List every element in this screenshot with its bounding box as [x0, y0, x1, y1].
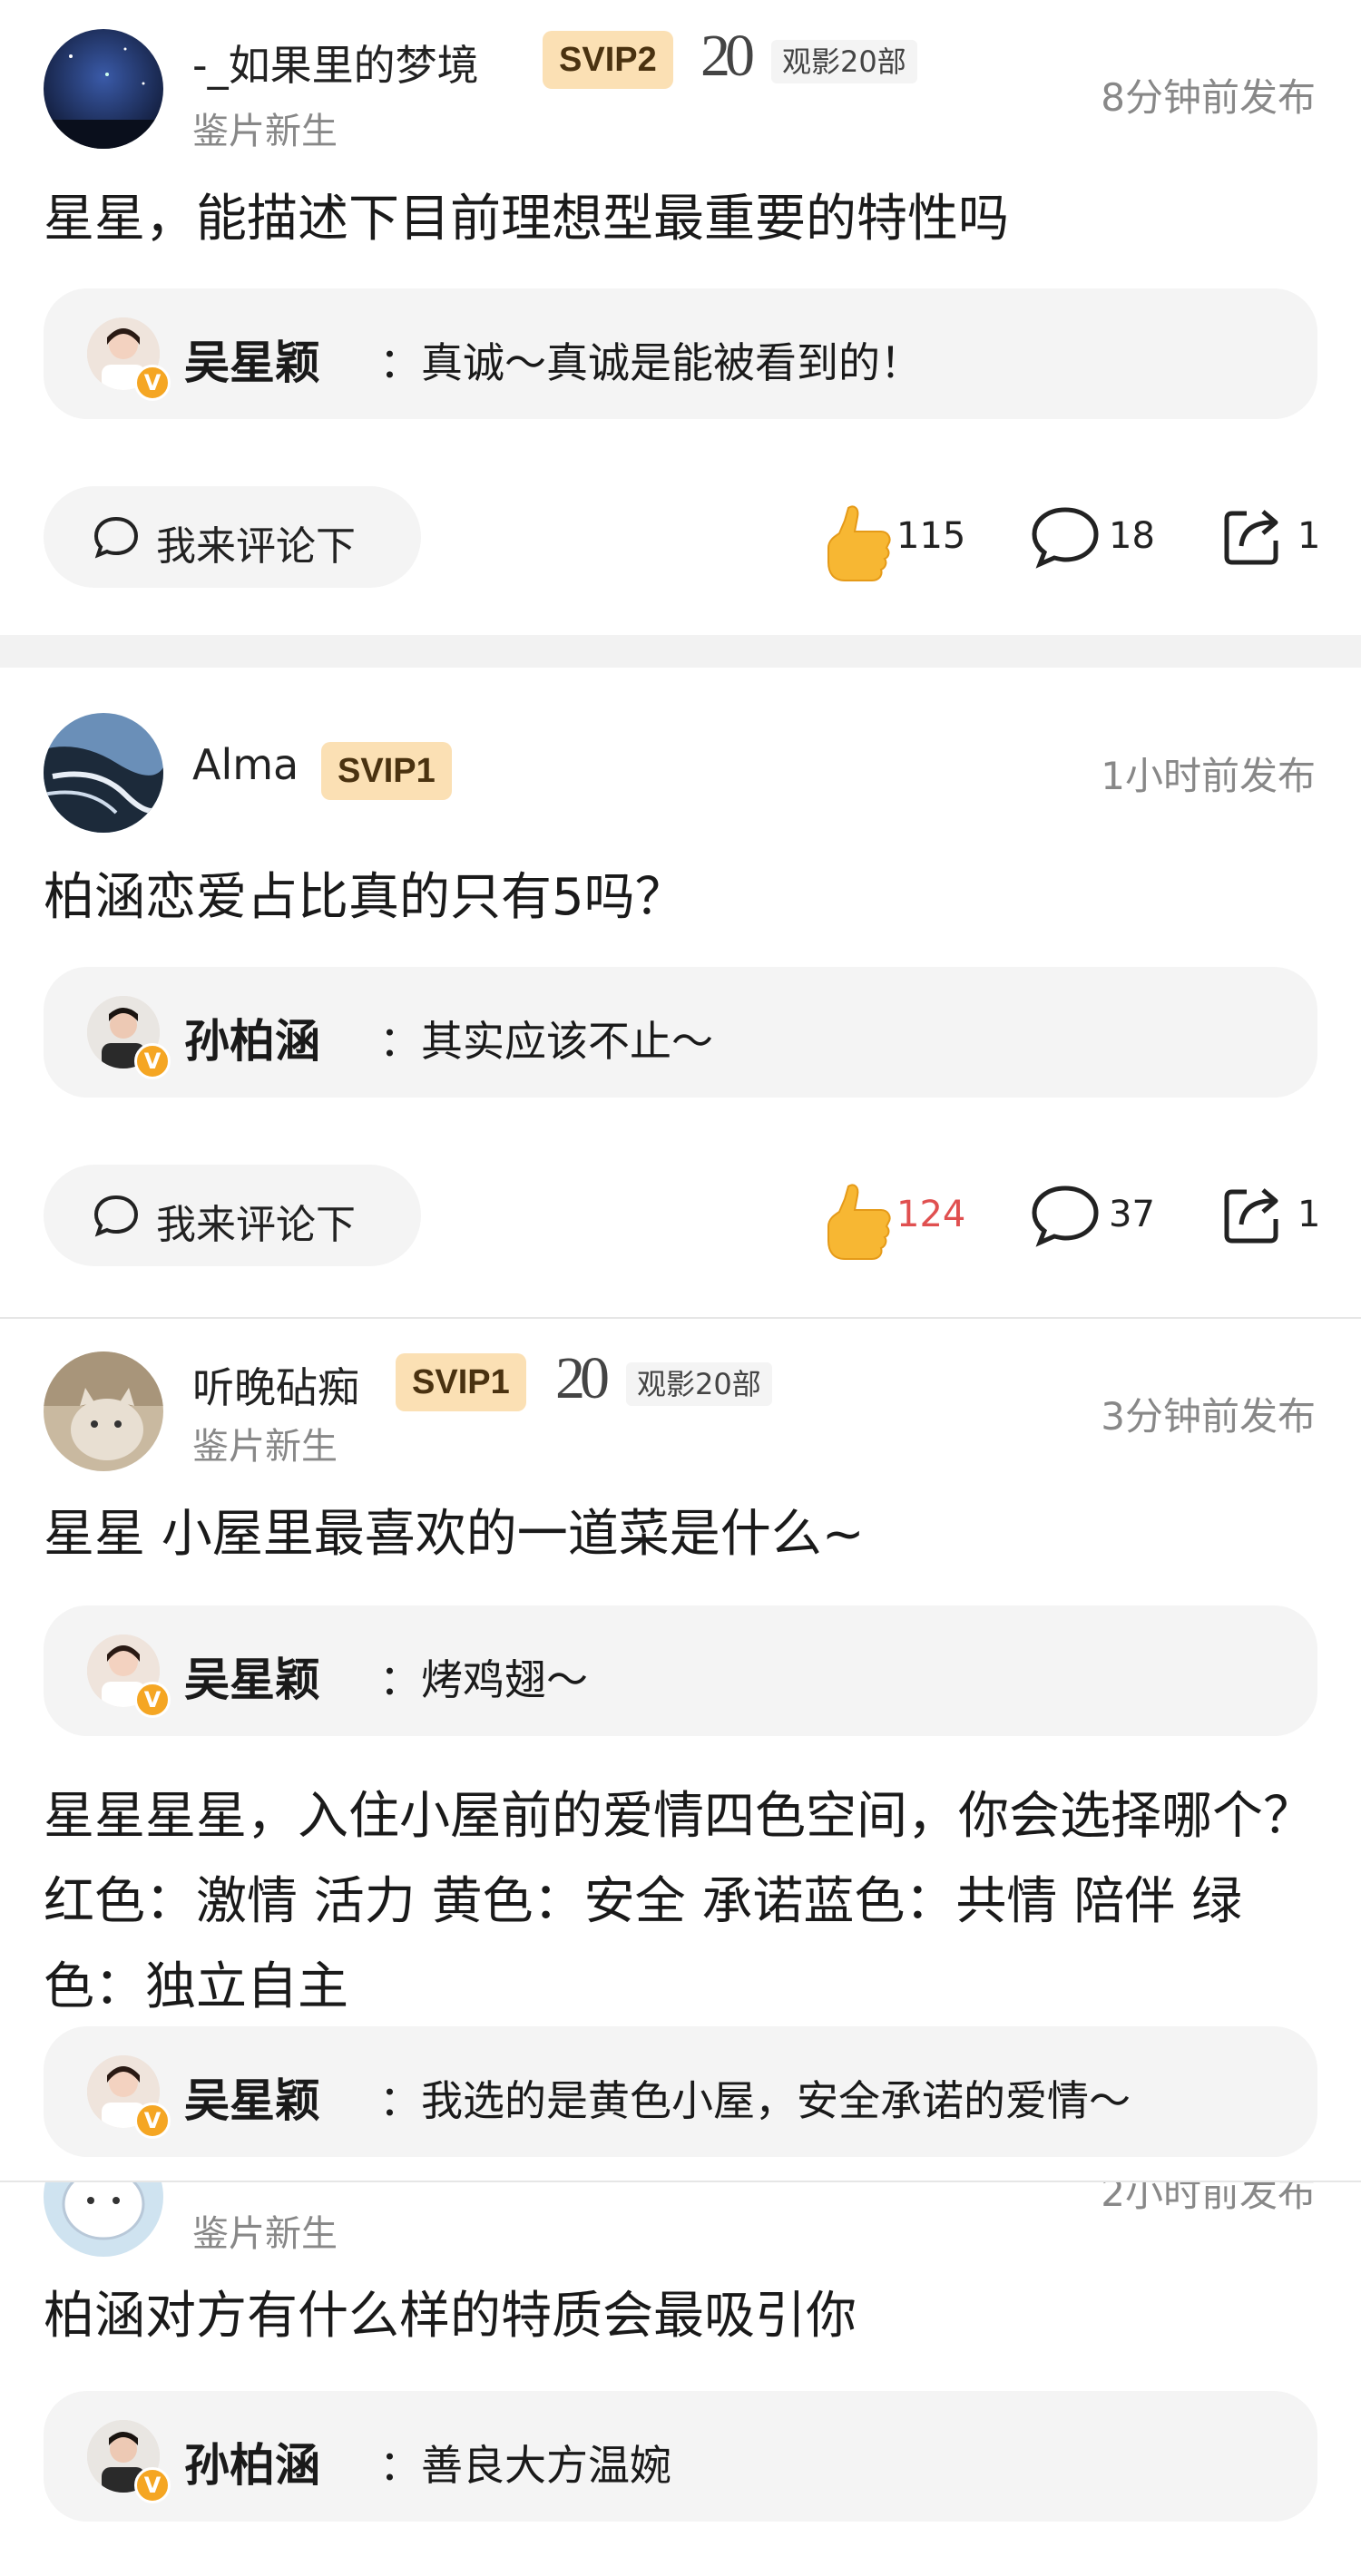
vip-badge: SVIP1: [321, 742, 452, 800]
reply-text: ：其实应该不止～: [379, 1017, 713, 1066]
post-time: 8分钟前发布: [1101, 75, 1316, 120]
share-count: 1: [1297, 1194, 1321, 1235]
post-time: 1小时前发布: [1101, 754, 1316, 798]
comment-count: 37: [1109, 1194, 1155, 1235]
reply-author: 吴星颖: [184, 337, 320, 389]
question-text: 星星星星，入住小屋前的爱情四色空间，你会选择哪个？红色：激情 活力 黄色：安全 …: [44, 1787, 1314, 2016]
verified-icon: V: [134, 365, 171, 401]
reply-box[interactable]: V 孙柏涵 ：善良大方温婉: [44, 2391, 1317, 2522]
share-icon[interactable]: [1221, 1183, 1285, 1250]
post-card: 听晚砧痴 SVIP1 20 观影20部 鉴片新生 3分钟前发布 星星 小屋里最喜…: [0, 1319, 1361, 2181]
vip-badge: SVIP1: [396, 1353, 526, 1411]
user-subtitle: 鉴片新生: [192, 2213, 338, 2255]
post-separator: [0, 635, 1361, 668]
reply-text: ：善良大方温婉: [379, 2441, 671, 2490]
username[interactable]: 听晚砧痴: [192, 1355, 359, 1415]
username[interactable]: Alma: [192, 740, 299, 789]
verified-icon: V: [134, 1043, 171, 1079]
post-time: 3分钟前发布: [1101, 1394, 1316, 1439]
thumbs-up-icon[interactable]: [821, 501, 894, 586]
comment-button[interactable]: 我来评论下: [44, 1165, 421, 1266]
question-text: 柏涵对方有什么样的特质会最吸引你: [44, 2287, 857, 2346]
comment-count: 18: [1109, 515, 1155, 557]
reply-author: 吴星颖: [184, 1654, 320, 1706]
verified-icon: V: [134, 2467, 171, 2503]
verified-icon: V: [134, 1682, 171, 1718]
user-avatar[interactable]: [44, 713, 163, 833]
user-avatar[interactable]: [44, 29, 163, 149]
user-subtitle: 鉴片新生: [192, 111, 338, 152]
reply-box[interactable]: V 吴星颖 ：我选的是黄色小屋，安全承诺的爱情～: [44, 2026, 1317, 2157]
question-text: 柏涵恋爱占比真的只有5吗？: [44, 868, 686, 927]
comment-icon[interactable]: [1029, 504, 1102, 573]
post-card: -_如果里的梦境 SVIP2 20 观影20部 鉴片新生 8分钟前发布 星星，能…: [0, 0, 1361, 635]
question-text: 星星 小屋里最喜欢的一道菜是什么~: [44, 1505, 865, 1564]
share-count: 1: [1297, 515, 1321, 557]
reply-box[interactable]: V 孙柏涵 ：其实应该不止～: [44, 967, 1317, 1098]
reply-author: 孙柏涵: [184, 1015, 320, 1068]
share-icon[interactable]: [1221, 504, 1285, 571]
comment-bubble-icon: [91, 512, 142, 566]
like-count: 115: [896, 515, 966, 557]
user-avatar[interactable]: [44, 1351, 163, 1471]
verified-icon: V: [134, 2103, 171, 2139]
reply-text: ：我选的是黄色小屋，安全承诺的爱情～: [379, 2076, 1131, 2125]
comment-bubble-icon: [91, 1190, 142, 1244]
comment-icon[interactable]: [1029, 1183, 1102, 1252]
post-time: 2小时前发布: [1101, 2182, 1316, 2215]
comment-button[interactable]: 我来评论下: [44, 486, 421, 588]
reply-author: 吴星颖: [184, 2074, 320, 2127]
post-card: 鉴片新生 2小时前发布 柏涵对方有什么样的特质会最吸引你 V 孙柏涵 ：善良大方…: [0, 2182, 1361, 2576]
thumbs-up-icon[interactable]: [821, 1179, 894, 1264]
reply-text: ：真诚～真诚是能被看到的！: [379, 338, 922, 387]
reply-box[interactable]: V 吴星颖 ：真诚～真诚是能被看到的！: [44, 288, 1317, 419]
question-text: 星星，能描述下目前理想型最重要的特性吗: [44, 190, 1009, 249]
vip-badge: SVIP2: [543, 31, 673, 89]
like-count: 124: [896, 1194, 966, 1235]
user-subtitle: 鉴片新生: [192, 1426, 338, 1468]
reply-author: 孙柏涵: [184, 2439, 320, 2492]
reply-box[interactable]: V 吴星颖 ：烤鸡翅～: [44, 1605, 1317, 1736]
user-avatar[interactable]: [44, 2182, 163, 2257]
username[interactable]: -_如果里的梦境: [192, 33, 479, 93]
post-card: Alma SVIP1 1小时前发布 柏涵恋爱占比真的只有5吗？ V 孙柏涵 ：其…: [0, 668, 1361, 1317]
reply-text: ：烤鸡翅～: [379, 1655, 588, 1704]
